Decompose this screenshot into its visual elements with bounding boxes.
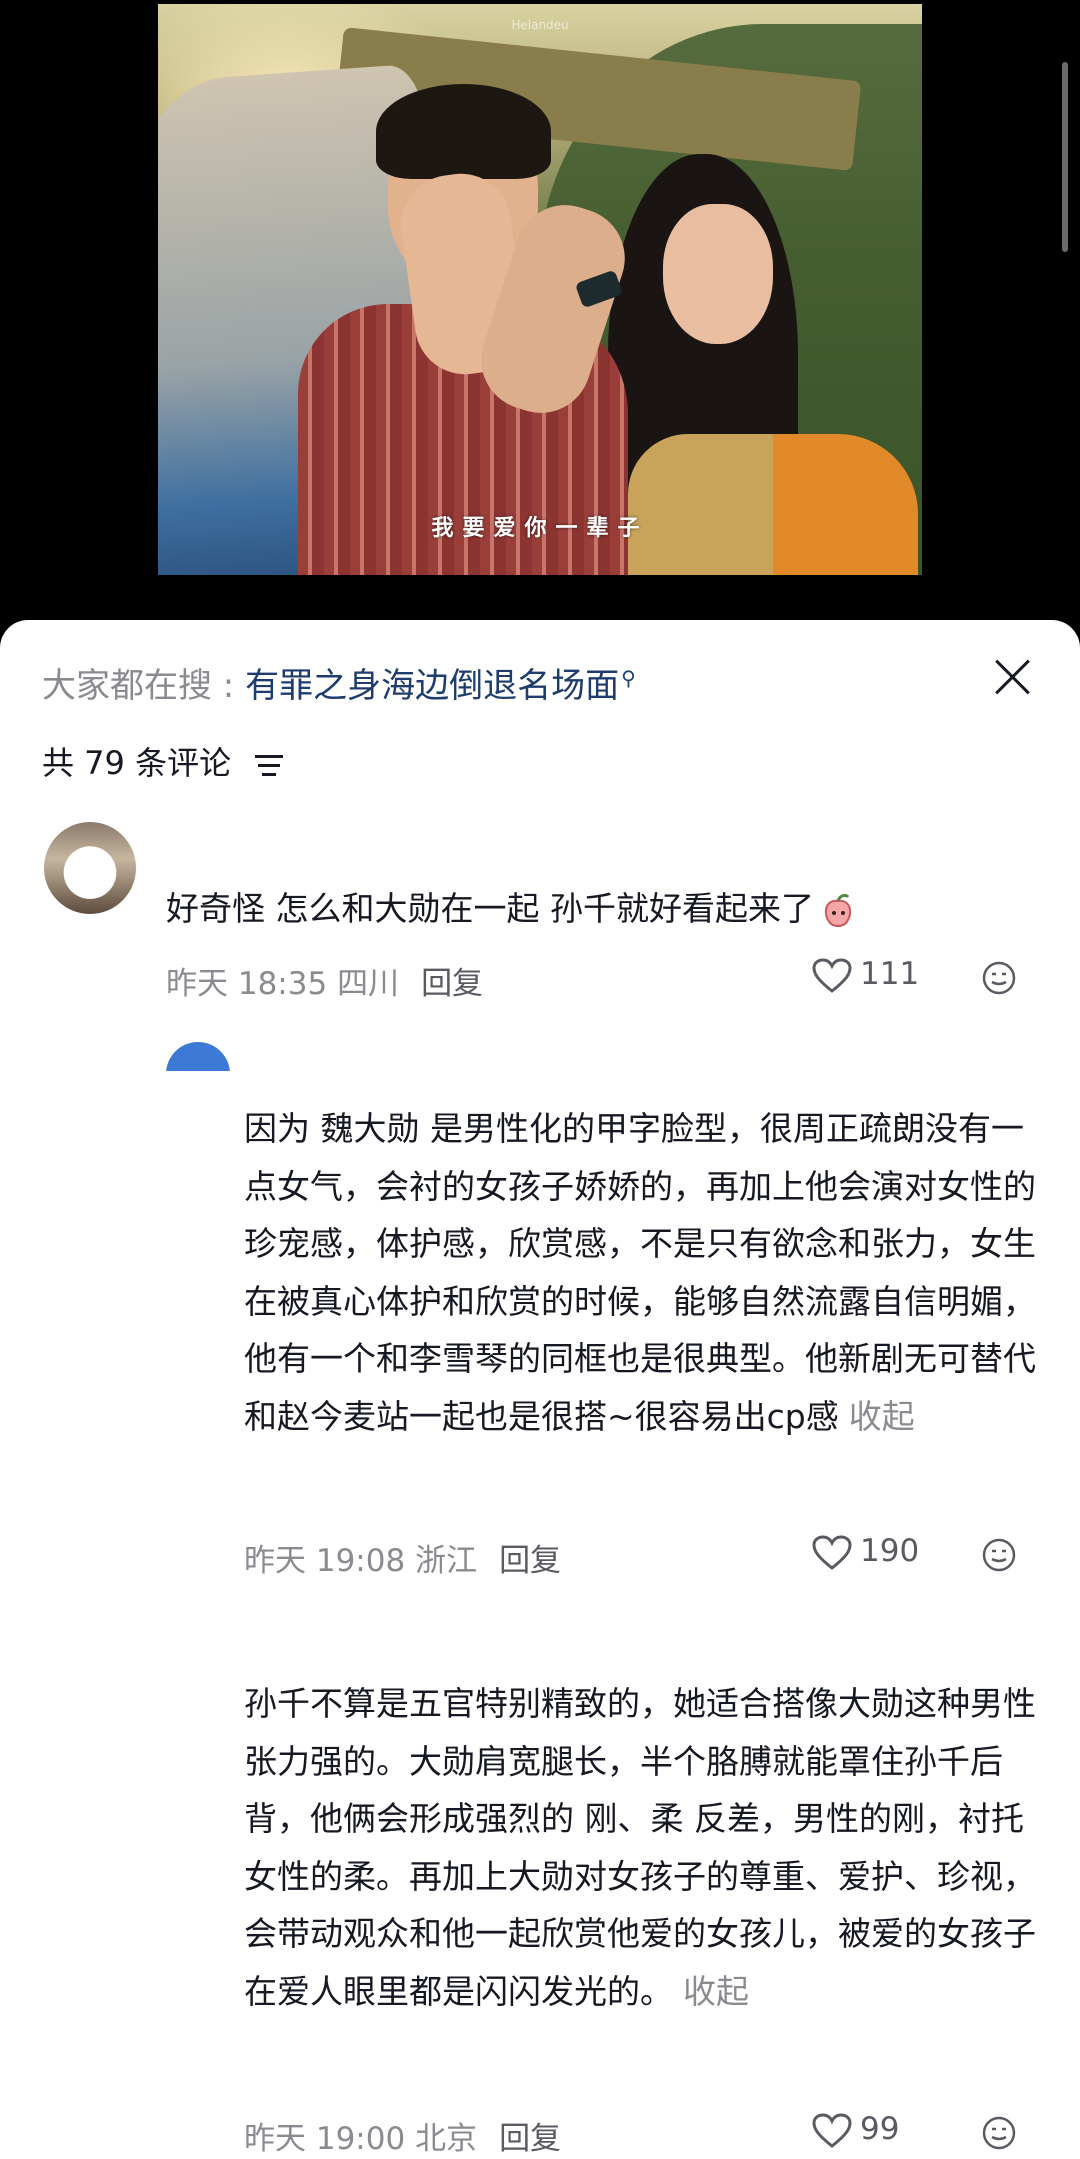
search-icon: ⚲ bbox=[621, 665, 636, 690]
collapse-button[interactable]: 收起 bbox=[683, 1972, 749, 2011]
like-button[interactable]: 111 bbox=[812, 956, 919, 994]
comment-location: 浙江 bbox=[415, 1543, 478, 1579]
comment-meta: 昨天 19:08 浙江 回复 bbox=[244, 1535, 561, 1580]
comment-meta: 昨天 18:35 四川 回复 bbox=[166, 958, 483, 1003]
video-watermark: Helandeu bbox=[511, 18, 569, 32]
reply-button[interactable]: 回复 bbox=[499, 1543, 561, 1579]
like-count: 111 bbox=[860, 956, 920, 992]
video-man-hair bbox=[376, 84, 551, 179]
avatar[interactable] bbox=[44, 822, 136, 914]
peach-emoji-icon bbox=[824, 893, 852, 927]
video-subtitle: 我要爱你一辈子 bbox=[431, 516, 649, 541]
video-player[interactable]: Helandeu 我要爱你一辈子 bbox=[158, 4, 922, 575]
comment-text: 孙千不算是五官特别精致的，她适合搭像大勋这种男性张力强的。大勋肩宽腿长，半个胳膊… bbox=[244, 1684, 1036, 2011]
video-woman-face bbox=[663, 204, 773, 344]
search-term-link[interactable]: 有罪之身海边倒退名场面 bbox=[245, 666, 619, 706]
avatar[interactable] bbox=[166, 1042, 230, 1106]
trending-search-bar[interactable]: 大家都在搜 : 有罪之身海边倒退名场面 ⚲ bbox=[42, 658, 636, 707]
comment-text: 因为 魏大勋 是男性化的甲字脸型，很周正疏朗没有一点女气，会衬的女孩子娇娇的，再… bbox=[244, 1109, 1036, 1436]
like-count: 190 bbox=[860, 1533, 920, 1569]
comment-text: 好奇怪 怎么和大勋在一起 孙千就好看起来了 bbox=[166, 880, 1046, 938]
heart-icon bbox=[812, 957, 852, 993]
emoji-reaction-icon[interactable] bbox=[981, 1537, 1017, 1573]
scrollbar[interactable] bbox=[1062, 62, 1068, 252]
sort-icon[interactable] bbox=[255, 753, 285, 777]
reply-button[interactable]: 回复 bbox=[499, 2121, 561, 2157]
heart-icon bbox=[812, 2112, 852, 2148]
video-woman-body bbox=[628, 434, 918, 575]
heart-icon bbox=[812, 1534, 852, 1570]
comment-meta: 昨天 19:00 北京 回复 bbox=[244, 2113, 561, 2158]
comment-time: 昨天 18:35 bbox=[166, 966, 328, 1002]
like-button[interactable]: 99 bbox=[812, 2111, 899, 2149]
comment-time: 昨天 19:00 bbox=[244, 2121, 406, 2157]
comment-location: 北京 bbox=[415, 2121, 478, 2157]
emoji-reaction-icon[interactable] bbox=[981, 960, 1017, 996]
like-button[interactable]: 190 bbox=[812, 1533, 919, 1571]
close-icon[interactable] bbox=[992, 656, 1032, 696]
like-count: 99 bbox=[860, 2111, 900, 2147]
search-prefix-label: 大家都在搜 : bbox=[42, 666, 246, 706]
comment-count-row: 共 79 条评论 bbox=[42, 738, 285, 784]
reply-button[interactable]: 回复 bbox=[421, 966, 483, 1002]
emoji-reaction-icon[interactable] bbox=[981, 2115, 1017, 2151]
comment-panel: 大家都在搜 : 有罪之身海边倒退名场面 ⚲ 共 79 条评论 好奇怪 怎么和大勋在… bbox=[0, 620, 1080, 2159]
comment-location: 四川 bbox=[337, 966, 400, 1002]
collapse-button[interactable]: 收起 bbox=[849, 1397, 915, 1436]
comment-count-label: 共 79 条评论 bbox=[42, 744, 232, 782]
comment-time: 昨天 19:08 bbox=[244, 1543, 406, 1579]
